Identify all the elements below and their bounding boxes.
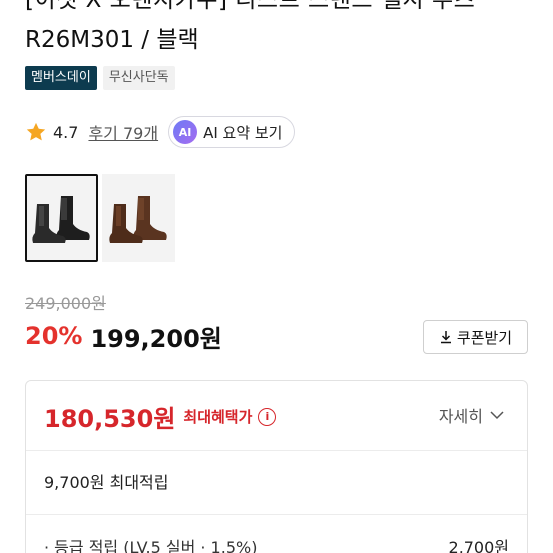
ai-icon: AI [173,120,198,144]
coupon-button[interactable]: 쿠폰받기 [423,320,528,354]
divider [26,450,527,451]
details-toggle[interactable]: 자세히 [439,403,505,427]
thumbnail-brown-boot[interactable] [102,174,175,262]
black-boot-image [31,196,90,243]
product-title: R26M301 / 블랙 [25,27,199,53]
discount-rate: 20% [25,322,83,350]
divider [26,514,527,515]
ai-summary-button[interactable]: AI AI 요약 보기 [168,116,296,148]
details-label: 자세히 [438,407,483,426]
product-thumbnails [25,174,175,262]
benefit-panel: 180,530원 최대혜택가 i 자세히 9,700원 최대적립 · 등급 적립… [25,380,528,553]
max-benefit-label: 최대혜택가 [183,408,253,426]
max-benefit-header: 180,530원 최대혜택가 i [44,399,277,434]
rating-row: 4.7 후기 79개 AI AI 요약 보기 [25,116,296,148]
info-icon[interactable]: i [258,407,277,426]
review-count-link[interactable]: 후기 79개 [88,120,158,144]
chevron-down-icon [490,411,504,420]
grade-points-value: 2,700원 [448,538,509,553]
sale-price: 199,200원 [90,324,222,353]
grade-points-label: · 등급 적립 (LV.5 실버 · 1.5%) [44,538,258,553]
max-points: 9,700원 최대적립 [44,473,169,492]
star-icon [26,122,46,141]
ai-summary-label: AI 요약 보기 [203,123,283,142]
max-benefit-price: 180,530원 [44,405,176,433]
product-title-continued: [이젯 X 오렌지카우] 리스트 스탠드 첼시 부츠 [25,0,476,13]
thumbnail-black-boot[interactable] [25,174,98,262]
brown-boot-image [108,196,167,243]
price-row: 20% 199,200원 [25,320,222,353]
original-price: 249,000원 [25,294,106,313]
download-icon [440,331,451,344]
product-badges: 멤버스데이 무신사단독 [25,66,175,90]
coupon-label: 쿠폰받기 [456,328,513,347]
grade-points-row: · 등급 적립 (LV.5 실버 · 1.5%) 2,700원 [44,534,509,553]
members-day-badge: 멤버스데이 [25,66,97,90]
rating-value: 4.7 [53,122,79,142]
exclusive-badge: 무신사단독 [102,66,175,90]
